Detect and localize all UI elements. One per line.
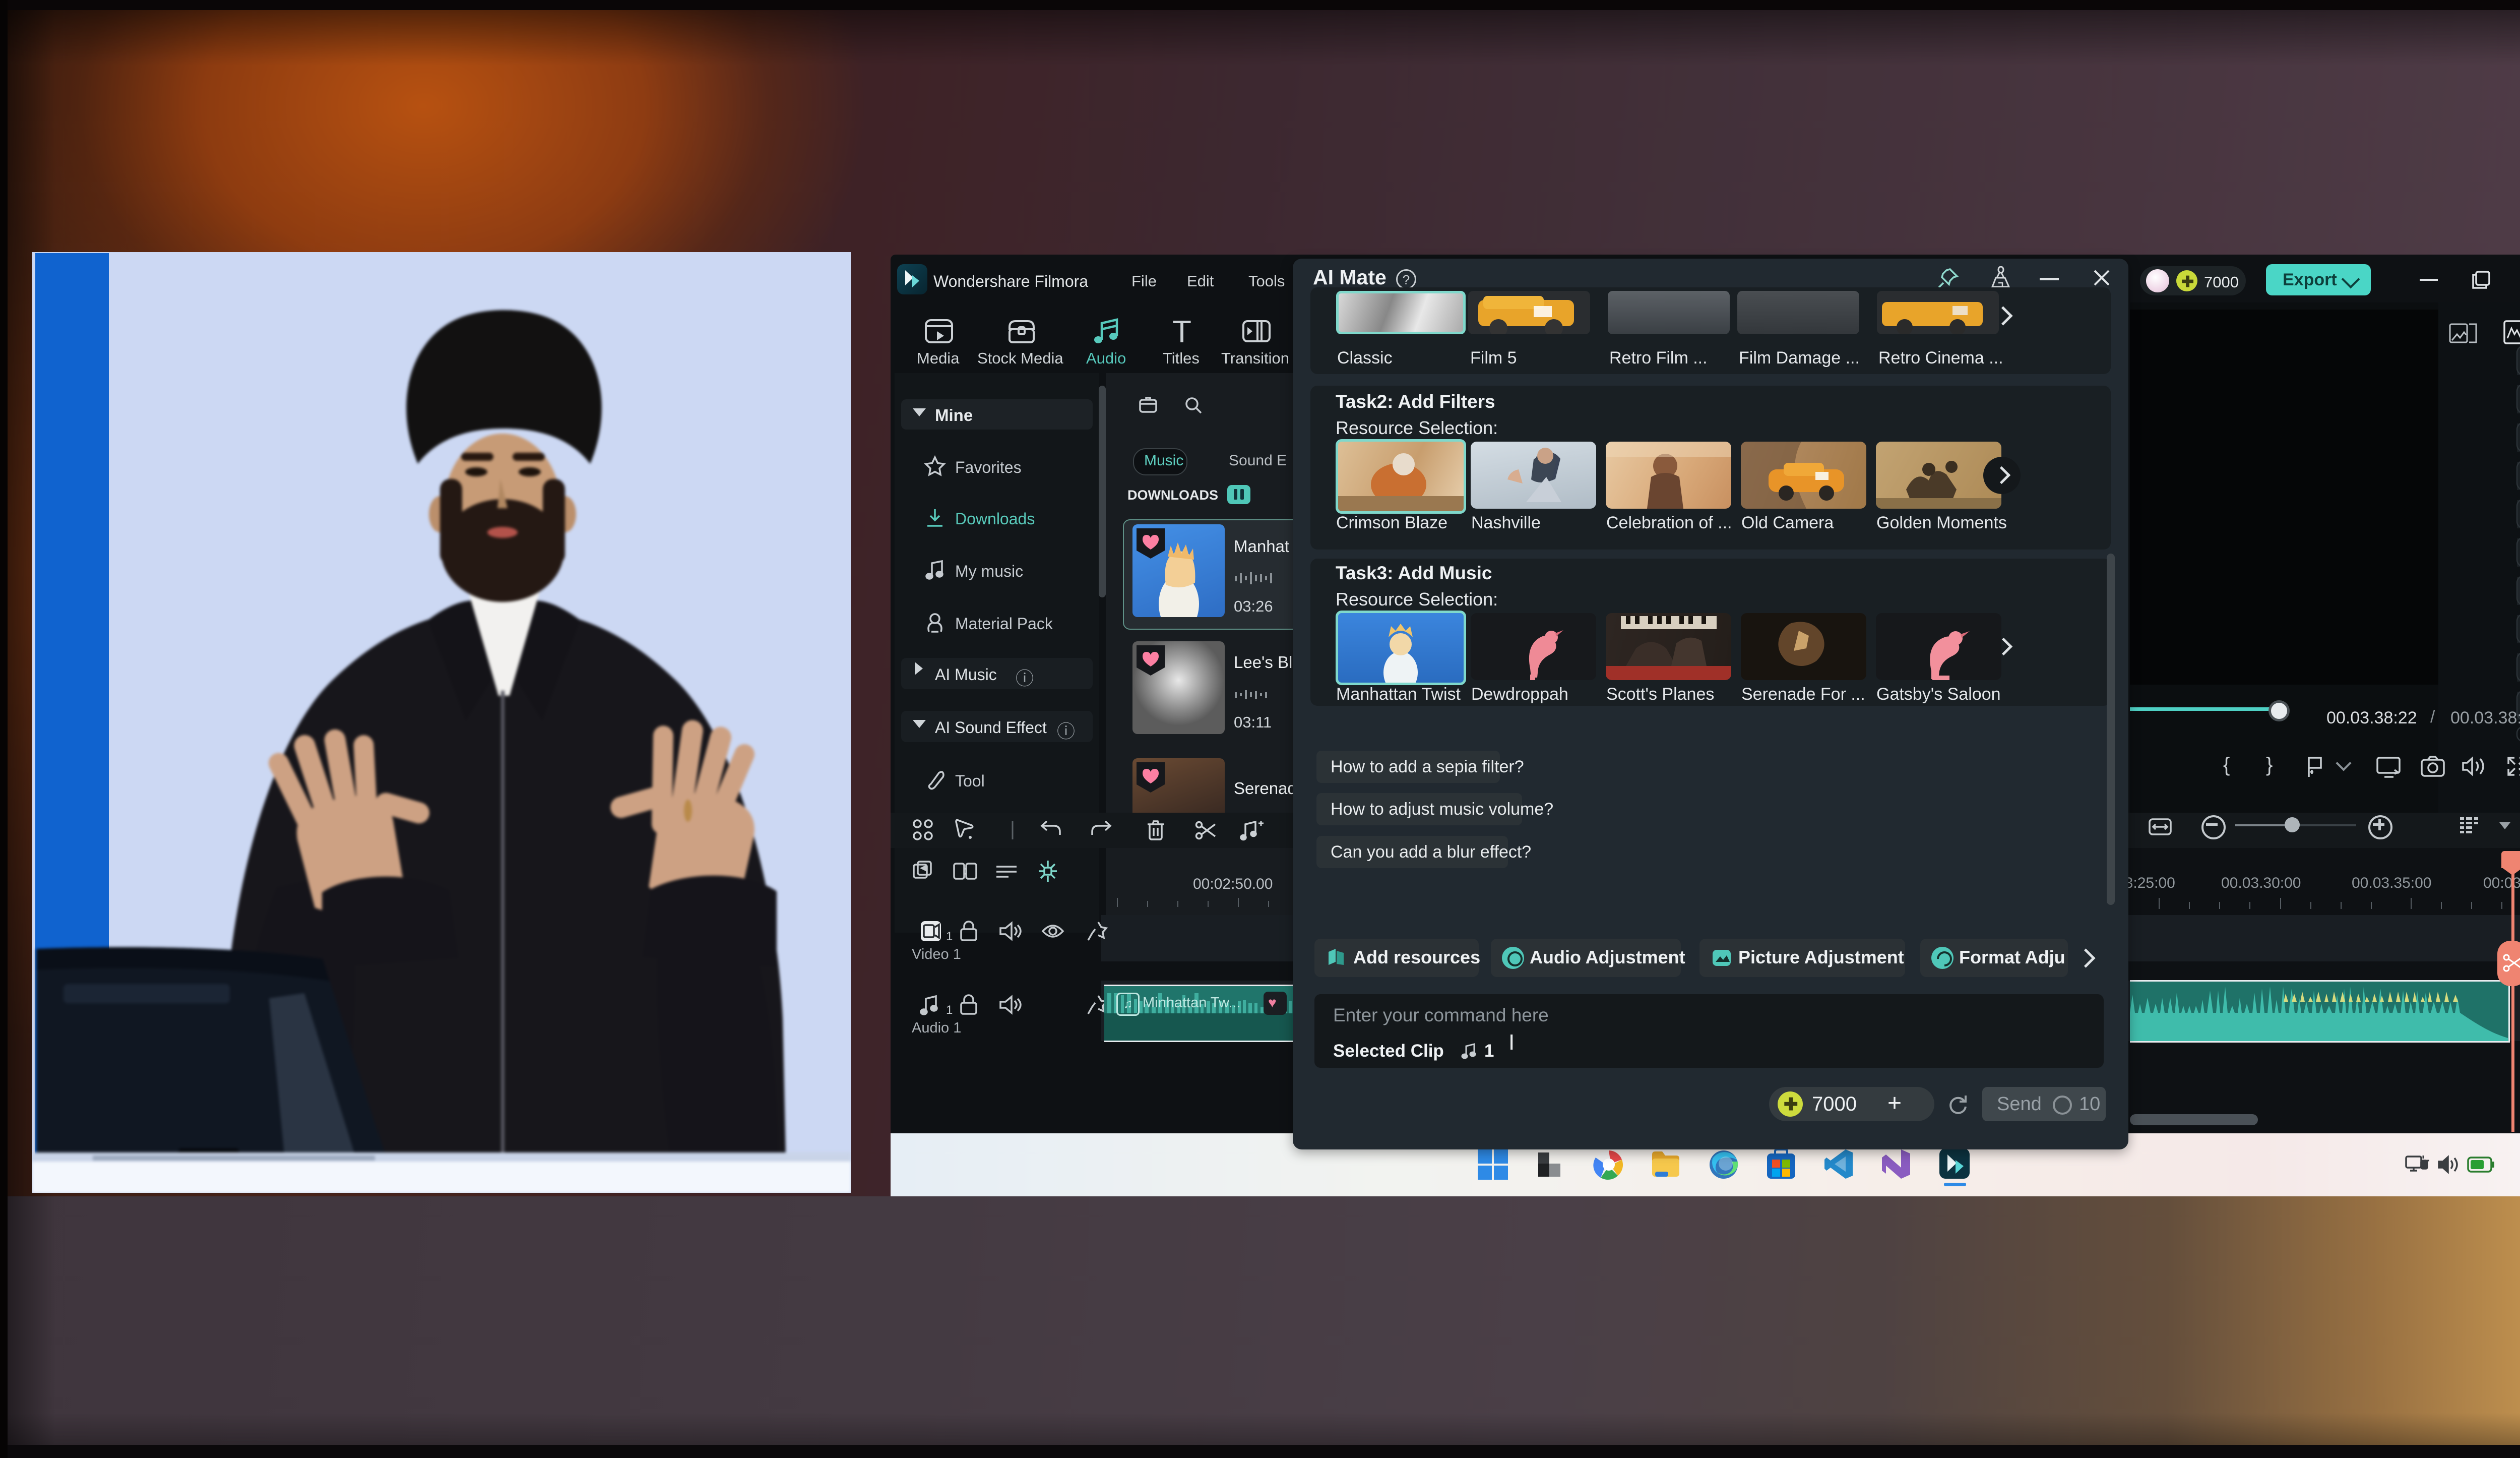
svg-text:1: 1 bbox=[946, 1003, 953, 1017]
svg-text:1: 1 bbox=[946, 930, 953, 943]
